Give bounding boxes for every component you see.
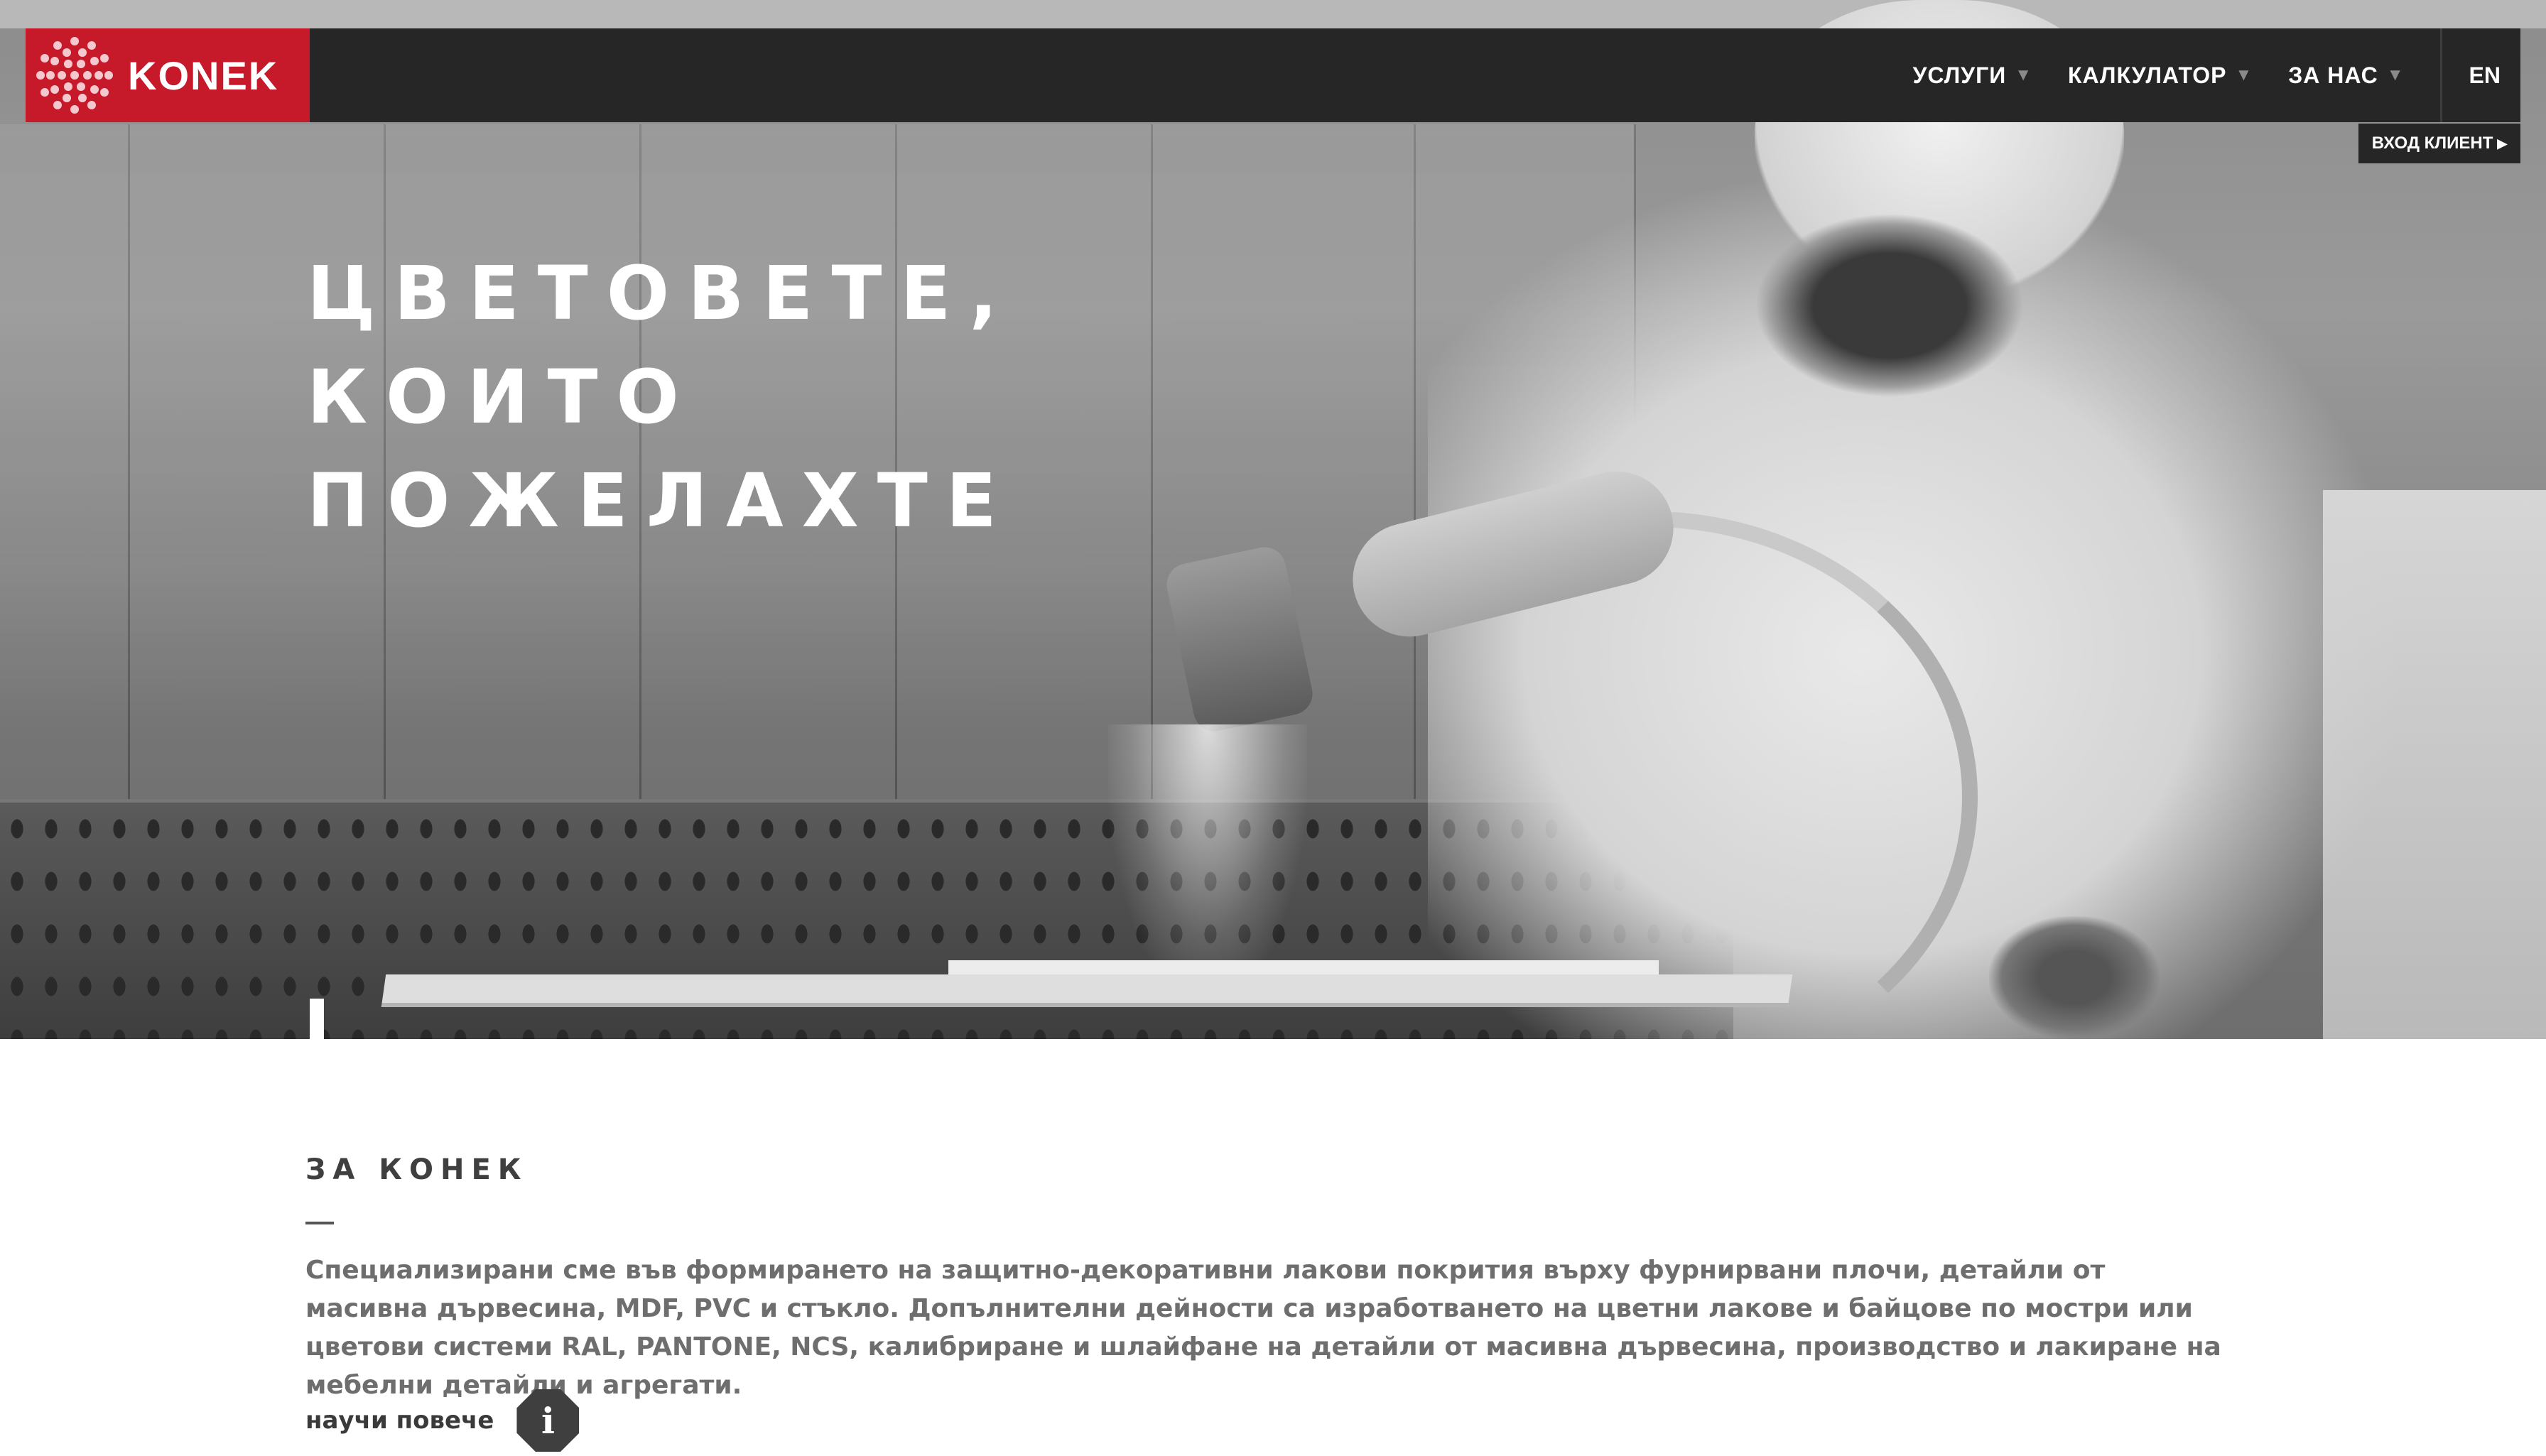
nav-item-services[interactable]: УСЛУГИ ▼ [1913,63,2032,89]
nav-item-label: ЗА НАС [2288,62,2378,88]
client-login-label: ВХОД КЛИЕНТ [2371,134,2493,153]
hero-line-2: КОИТО [307,354,698,440]
hero-scroll-marker [310,999,324,1039]
logo-dot [87,100,96,109]
logo-dot [87,41,96,50]
learn-more-label: научи повече [305,1406,494,1435]
nav-item-label: КАЛКУЛАТОР [2067,62,2227,88]
wall-panel [0,124,130,799]
logo-text: KONEK [128,53,279,98]
hero-banner: ЦВЕТОВЕТЕ, КОИТО ПОЖЕЛАХТЕ [0,0,2546,1039]
info-glyph: i [541,1399,555,1442]
logo-dot [63,94,72,103]
logo-dot [40,88,50,97]
logo-dot [36,71,45,80]
logo-dot [63,48,72,57]
caret-down-icon: ▼ [2235,65,2253,85]
logo-dot [77,48,87,57]
logo-dot [53,100,62,109]
spray-mist [1108,724,1307,994]
logo-dot [50,85,60,94]
hero-headline: ЦВЕТОВЕТЕ, КОИТО ПОЖЕЛАХТЕ [307,241,1159,553]
logo-dot [50,57,60,65]
play-triangle-icon: ▶ [2497,136,2508,151]
nav-item-label: УСЛУГИ [1912,62,2007,88]
nav-item-about[interactable]: ЗА НАС ▼ [2288,63,2404,89]
main-menu: УСЛУГИ ▼ КАЛКУЛАТОР ▼ ЗА НАС ▼ EN [1913,28,2521,122]
hero-line-1: ЦВЕТОВЕТЕ, [307,250,1016,337]
logo-dot [40,54,50,63]
language-switch[interactable]: EN [2469,63,2501,89]
respirator-mask [1755,213,2025,398]
logo-dot [53,41,62,50]
info-icon[interactable]: i [516,1389,580,1452]
logo-dot [70,37,79,45]
logo-dot [90,85,99,94]
panel-board-front [381,974,1793,1007]
about-heading: ЗА КОНЕК [305,1153,529,1186]
about-divider [305,1222,334,1224]
logo-link[interactable]: KONEK [26,28,310,122]
logo-dot [70,71,79,80]
logo-dot [77,94,87,103]
logo-dot [64,60,72,69]
learn-more-link[interactable]: научи повече i [305,1389,580,1452]
logo-dot [99,88,109,97]
about-description: Специализирани сме във формирането на за… [305,1256,2221,1400]
hero-line-3: ПОЖЕЛАХТЕ [307,457,1015,544]
logo-dot [77,82,85,91]
client-login-button[interactable]: ВХОД КЛИЕНТ ▶ [2358,124,2520,163]
logo-dot [70,105,79,114]
logo-dot [58,71,66,80]
logo-dot [83,71,92,80]
hero-top-strip [0,0,2546,28]
logo-dot [77,60,85,69]
logo-dot [90,57,99,65]
logo-dot [104,71,113,80]
konek-logo-icon [36,36,114,114]
nav-item-calculator[interactable]: КАЛКУЛАТОР ▼ [2068,63,2253,89]
caret-down-icon: ▼ [2015,65,2032,85]
logo-dot [64,82,72,91]
logo-dot [99,54,109,63]
caret-down-icon: ▼ [2386,65,2405,85]
logo-dot [94,71,103,80]
logo-dot [46,71,55,80]
nav-divider [2439,28,2442,122]
worker-glove [1989,916,2160,1039]
